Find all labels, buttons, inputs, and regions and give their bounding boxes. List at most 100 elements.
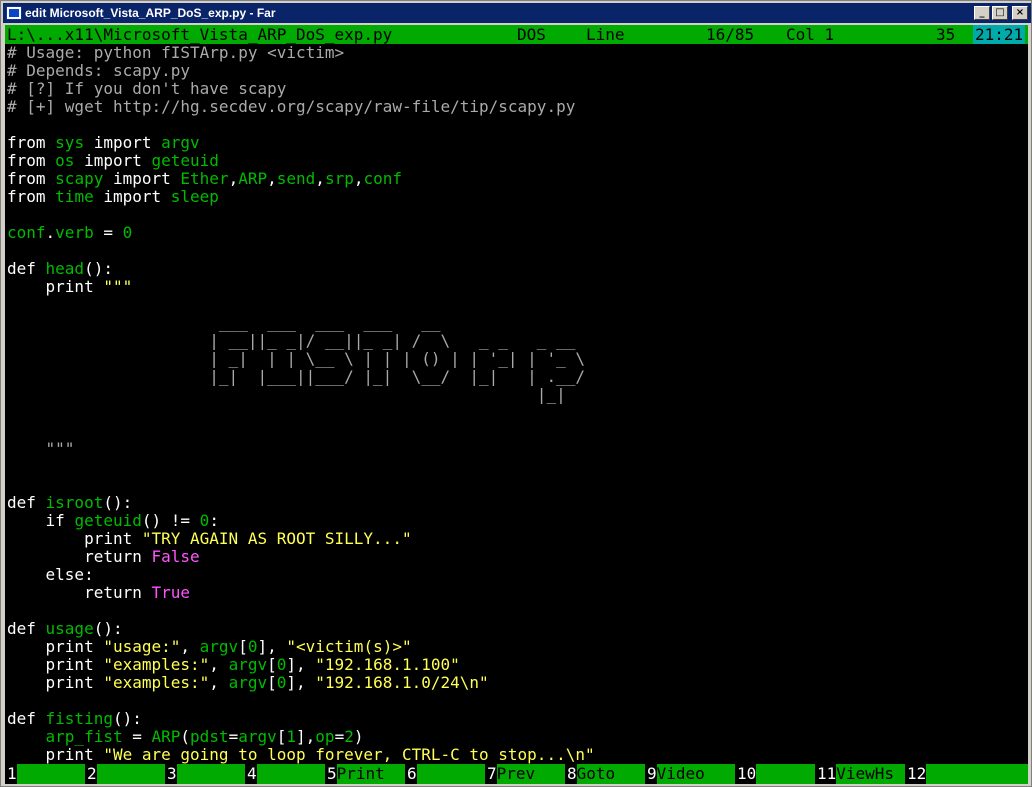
fkey-label: Video [656,764,735,784]
fkey-label: Prev [496,764,565,784]
function-key-bar: 1 2 3 4 5 Print 6 7 Prev 8 Goto 9 Video 10 11 ViewHs 12 [5,764,1028,784]
line-position: 16/85 [706,25,755,44]
code-line[interactable]: print "TRY AGAIN AS ROOT SILLY..." [7,530,1027,548]
code-token: : [209,511,219,530]
code-token: srp [324,169,354,188]
code-token: "192.168.1.0/24\n" [315,673,489,692]
fkey-number: 5 [325,764,337,784]
fkey-label [416,764,485,784]
code-token: import [74,151,152,170]
code-line[interactable] [7,602,1027,620]
fkey-12[interactable]: 12 [905,764,1028,784]
code-token: print [7,637,104,656]
code-token: "examples:" [103,655,210,674]
code-line[interactable] [7,296,1027,314]
code-token: ___ ___ ___ ___ __ [7,313,441,332]
code-line[interactable]: print "We are going to loop forever, CTR… [7,746,1027,764]
fkey-11[interactable]: 11 ViewHs [815,764,905,784]
far-app-icon[interactable] [6,6,22,20]
close-button[interactable]: × [1012,6,1028,20]
code-line[interactable]: def fisting(): [7,710,1027,728]
code-token: |_| [7,385,566,404]
code-line[interactable]: from time import sleep [7,188,1027,206]
code-line[interactable] [7,206,1027,224]
code-token: argv [161,133,200,152]
code-token: return [7,547,152,566]
code-line[interactable]: """ [7,440,1027,458]
code-line[interactable]: | _| | | \__ \ | | | () | | '_| | '_ \ [7,350,1027,368]
code-line[interactable]: |_| [7,386,1027,404]
code-line[interactable] [7,476,1027,494]
fkey-9[interactable]: 9 Video [645,764,735,784]
code-token: | _| | | \__ \ | | | () | | '_| | '_ \ [7,349,585,368]
code-line[interactable]: print "examples:", argv[0], "192.168.1.1… [7,656,1027,674]
fkey-number: 8 [565,764,577,784]
fkey-label: Goto [576,764,645,784]
code-line[interactable]: conf.verb = 0 [7,224,1027,242]
maximize-button[interactable]: □ [992,6,1008,20]
code-token: def [7,493,46,512]
code-token: , [209,673,229,692]
code-line[interactable]: def isroot(): [7,494,1027,512]
code-line[interactable]: print "usage:", argv[0], "<victim(s)>" [7,638,1027,656]
fkey-8[interactable]: 8 Goto [565,764,645,784]
code-line[interactable]: # Usage: python fISTArp.py <victim> [7,44,1027,62]
code-token: , [209,655,229,674]
code-line[interactable]: from sys import argv [7,134,1027,152]
code-line[interactable]: arp_fist = ARP(pdst=argv[1],op=2) [7,728,1027,746]
code-line[interactable] [7,404,1027,422]
code-line[interactable]: # [?] If you don't have scapy [7,80,1027,98]
fkey-number: 2 [85,764,97,784]
code-token: (): [103,493,133,512]
code-token: usage [45,619,94,638]
code-token: conf [7,223,46,242]
code-line[interactable]: def usage(): [7,620,1027,638]
code-editor[interactable]: # Usage: python fISTArp.py <victim> # Dep… [7,44,1027,785]
title-bar[interactable]: edit Microsoft_Vista_ARP_DoS_exp.py - Fa… [3,3,1031,23]
code-line[interactable]: | __||_ _|/ __||_ _| / \ _ _ _ __ [7,332,1027,350]
fkey-number: 7 [485,764,497,784]
fkey-2[interactable]: 2 [85,764,165,784]
code-token: , [315,169,325,188]
code-line[interactable]: return True [7,584,1027,602]
code-token: ) [353,727,364,746]
code-token: import [84,133,162,152]
code-token: = [93,223,123,242]
code-line[interactable] [7,116,1027,134]
code-line[interactable]: ___ ___ ___ ___ __ [7,314,1027,332]
fkey-number: 10 [735,764,757,784]
code-token: 0 [122,223,133,242]
code-line[interactable] [7,422,1027,440]
char-code: 35 [936,25,956,44]
fkey-1[interactable]: 1 [5,764,85,784]
code-line[interactable] [7,242,1027,260]
code-line[interactable]: print "examples:", argv[0], "192.168.1.0… [7,674,1027,692]
code-line[interactable]: return False [7,548,1027,566]
code-token: geteuid [74,511,142,530]
console-area[interactable]: L:\...x11\Microsoft_Vista_ARP_DoS_exp.py… [5,25,1028,784]
fkey-6[interactable]: 6 [405,764,485,784]
code-line[interactable]: # Depends: scapy.py [7,62,1027,80]
code-line[interactable]: else: [7,566,1027,584]
code-line[interactable]: |_| |___||___/ |_| \__/ |_| | .__/ [7,368,1027,386]
code-line[interactable]: def head(): [7,260,1027,278]
code-token: op [315,727,335,746]
fkey-4[interactable]: 4 [245,764,325,784]
fkey-7[interactable]: 7 Prev [485,764,565,784]
minimize-button[interactable]: _ [974,6,990,20]
code-line[interactable] [7,692,1027,710]
fkey-5[interactable]: 5 Print [325,764,405,784]
code-line[interactable]: from os import geteuid [7,152,1027,170]
fkey-3[interactable]: 3 [165,764,245,784]
fkey-number: 4 [245,764,257,784]
code-token: from [7,169,56,188]
code-token: def [7,259,46,278]
code-token: , [180,637,200,656]
code-line[interactable]: print """ [7,278,1027,296]
code-line[interactable] [7,458,1027,476]
code-line[interactable]: from scapy import Ether,ARP,send,srp,con… [7,170,1027,188]
code-line[interactable]: if geteuid() != 0: [7,512,1027,530]
code-line[interactable]: # [+] wget http://hg.secdev.org/scapy/ra… [7,98,1027,116]
code-token: """ [7,439,75,458]
fkey-10[interactable]: 10 [735,764,815,784]
